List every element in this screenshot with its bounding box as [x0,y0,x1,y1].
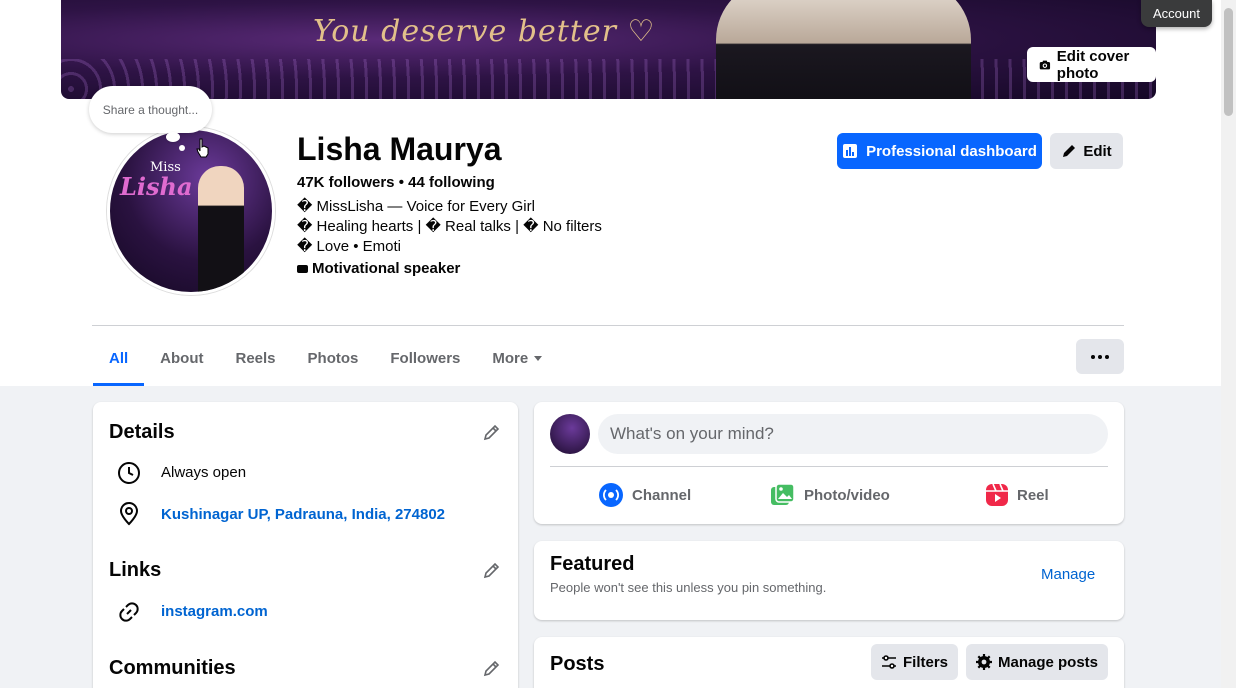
thought-bubble-tail-small [179,145,185,151]
communities-title: Communities [109,657,236,679]
professional-dashboard-button[interactable]: Professional dashboard [837,133,1042,169]
photo-video-icon [771,483,795,505]
composer-avatar[interactable] [550,414,590,454]
posts-title: Posts [550,653,605,675]
reel-button[interactable]: Reel [985,482,1049,508]
cover-person-image [716,0,971,99]
tab-about[interactable]: About [144,330,219,386]
post-composer: What's on your mind? Channel Photo/video… [534,402,1124,524]
manage-featured-link[interactable]: Manage [1041,566,1095,583]
link-icon [119,602,139,622]
clock-icon [118,462,140,484]
photo-video-label: Photo/video [804,486,890,504]
composer-divider [550,466,1108,467]
tab-label: All [109,349,129,367]
photo-video-button[interactable]: Photo/video [770,482,890,508]
manage-posts-label: Manage posts [997,653,1099,671]
share-thought-bubble[interactable]: Share a thought... [89,86,212,133]
tab-label: Photos [307,349,359,367]
professional-dashboard-label: Professional dashboard [866,142,1037,160]
manage-posts-button[interactable]: Manage posts [966,644,1108,680]
ellipsis-icon [1091,354,1095,359]
ellipsis-icon [1105,354,1109,359]
profile-avatar[interactable]: Miss Lisha [107,127,275,295]
profile-category: Motivational speaker [297,260,460,277]
more-options-button[interactable] [1076,339,1124,374]
bio-line: � Love • Emoti [297,238,402,255]
followers-count[interactable]: 47K followers • 44 following [297,174,495,191]
reel-icon [986,483,1008,506]
edit-cover-photo-button[interactable]: Edit cover photo [1027,47,1156,82]
bio-line: � Healing hearts | � Real talks | � No f… [297,218,602,235]
tab-label: About [160,349,204,367]
location-link[interactable]: Kushinagar UP, Padrauna, India, 274802 [161,506,445,523]
location-pin-icon [119,502,139,526]
tab-all[interactable]: All [93,330,145,386]
camera-icon [1039,60,1051,69]
bio-line: � MissLisha — Voice for Every Girl [297,198,535,215]
ellipsis-icon [1098,354,1102,359]
tab-label: Reels [235,349,276,367]
filters-label: Filters [902,653,948,671]
tab-followers[interactable]: Followers [374,330,476,386]
channel-label: Channel [632,486,692,504]
page-scrollbar[interactable] [1221,0,1236,688]
edit-links-icon[interactable] [482,560,502,580]
channel-icon [599,483,623,507]
hand-cursor-icon [196,138,209,158]
category-label: Motivational speaker [312,260,461,277]
edit-cover-photo-label: Edit cover photo [1056,47,1130,82]
filters-icon [881,655,896,669]
briefcase-icon [297,264,308,273]
edit-details-icon[interactable] [482,422,502,442]
cover-tagline: You deserve better ♡ [313,14,656,49]
featured-card: Featured People won't see this unless yo… [534,541,1124,620]
posts-card: Posts Filters Manage posts [534,637,1124,688]
profile-tabs: All About Reels Photos Followers More [93,330,558,386]
avatar-lisha-text: Lisha [120,172,193,201]
filters-button[interactable]: Filters [871,644,958,680]
tab-more[interactable]: More [476,330,558,386]
reel-label: Reel [1017,486,1049,504]
edit-profile-button[interactable]: Edit [1050,133,1123,169]
edit-label: Edit [1083,142,1112,160]
tab-reels[interactable]: Reels [220,330,292,386]
tab-label: Followers [390,349,461,367]
featured-title: Featured [550,553,635,575]
links-title: Links [109,559,162,581]
instagram-link[interactable]: instagram.com [161,603,268,620]
cover-photo[interactable]: You deserve better ♡ Edit cover photo [61,0,1156,99]
channel-button[interactable]: Channel [598,482,691,508]
edit-communities-icon[interactable] [482,658,502,678]
thought-bubble-tail [166,132,180,142]
whats-on-your-mind-input[interactable]: What's on your mind? [598,414,1108,454]
avatar-figure [198,166,244,292]
account-button[interactable]: Account [1141,0,1212,27]
dashboard-icon [843,144,858,158]
gear-icon [975,654,992,670]
header-divider [92,325,1124,326]
tab-label: More [492,349,529,367]
hours-text: Always open [161,464,247,481]
pencil-icon [1063,145,1076,157]
intro-card: Details Always open Kushinagar UP, Padra… [93,402,518,688]
cover-crowd-decoration [61,59,1156,99]
scrollbar-thumb[interactable] [1224,8,1233,116]
details-title: Details [109,421,175,443]
caret-down-icon [534,355,543,361]
tab-photos[interactable]: Photos [292,330,375,386]
profile-name: Lisha Maurya [297,131,502,167]
featured-subtitle: People won't see this unless you pin som… [550,580,827,595]
